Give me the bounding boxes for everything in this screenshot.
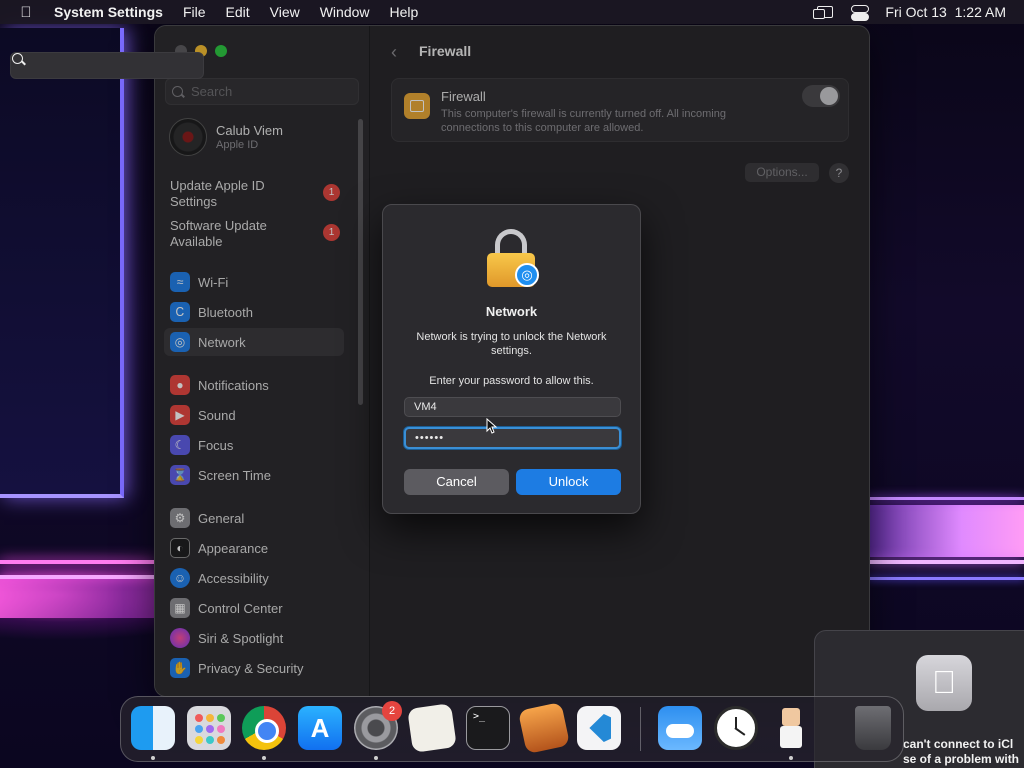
app-menu[interactable]: System Settings [52, 4, 173, 20]
notification-text: se of a problem with [903, 752, 1020, 766]
menu-view[interactable]: View [260, 4, 310, 20]
wallpaper-band [0, 575, 155, 579]
dialog-message: Network is trying to unlock the Network … [416, 331, 607, 357]
chrome-icon[interactable] [242, 706, 286, 750]
app-store-icon[interactable]: A [298, 706, 342, 750]
wallpaper-band [0, 560, 155, 564]
menu-window[interactable]: Window [310, 4, 380, 20]
running-indicator [374, 756, 378, 760]
dialog-prompt: Enter your password to allow this. [429, 375, 594, 387]
menu-help[interactable]: Help [380, 4, 429, 20]
cancel-button[interactable]: Cancel [404, 469, 509, 495]
dock: A >_ [120, 696, 904, 762]
globe-icon: ◎ [515, 263, 539, 287]
username-field[interactable] [404, 397, 621, 417]
wallpaper-band [868, 497, 1024, 500]
wallpaper-glow [0, 578, 155, 618]
terminal-icon[interactable]: >_ [466, 706, 510, 750]
garageband-icon[interactable] [517, 701, 571, 755]
launchpad-icon[interactable] [187, 706, 231, 750]
weather-icon[interactable] [658, 706, 702, 750]
menu-file[interactable]: File [173, 4, 216, 20]
trash-icon[interactable] [855, 706, 891, 750]
system-settings-app-icon:  [916, 655, 972, 711]
password-field[interactable] [404, 427, 621, 449]
spotlight-search-icon[interactable] [10, 52, 204, 79]
clock-icon[interactable] [714, 706, 758, 750]
wallpaper-band [868, 560, 1024, 564]
unlock-button[interactable]: Unlock [516, 469, 621, 495]
lock-icon: ◎ [487, 229, 541, 289]
notification-text: can't connect to iCl [903, 737, 1014, 751]
running-indicator [151, 756, 155, 760]
mouse-pointer-icon [486, 418, 498, 434]
menu-bar:  System Settings File Edit View Window … [0, 0, 1024, 79]
screen-mirroring-icon[interactable] [813, 6, 834, 19]
menu-bar-clock[interactable]: Fri Oct 13 1:22 AM [885, 4, 1006, 20]
wallpaper-frame [0, 28, 124, 498]
textedit-icon[interactable] [407, 703, 457, 753]
apple-menu-icon[interactable]:  [0, 4, 52, 21]
control-center-icon[interactable] [851, 5, 870, 21]
vscode-icon[interactable] [577, 706, 621, 750]
wallpaper-glow [868, 505, 1024, 557]
wallpaper-band [868, 577, 1024, 580]
finder-icon[interactable] [131, 706, 175, 750]
running-indicator [262, 756, 266, 760]
dialog-title: Network [485, 304, 538, 319]
running-indicator [789, 756, 793, 760]
auth-dialog: ◎ Network Network is trying to unlock th… [382, 204, 641, 514]
menu-edit[interactable]: Edit [216, 4, 260, 20]
dock-separator [640, 707, 641, 751]
character-app-icon[interactable] [769, 706, 813, 750]
dock-badge: 2 [382, 701, 402, 721]
